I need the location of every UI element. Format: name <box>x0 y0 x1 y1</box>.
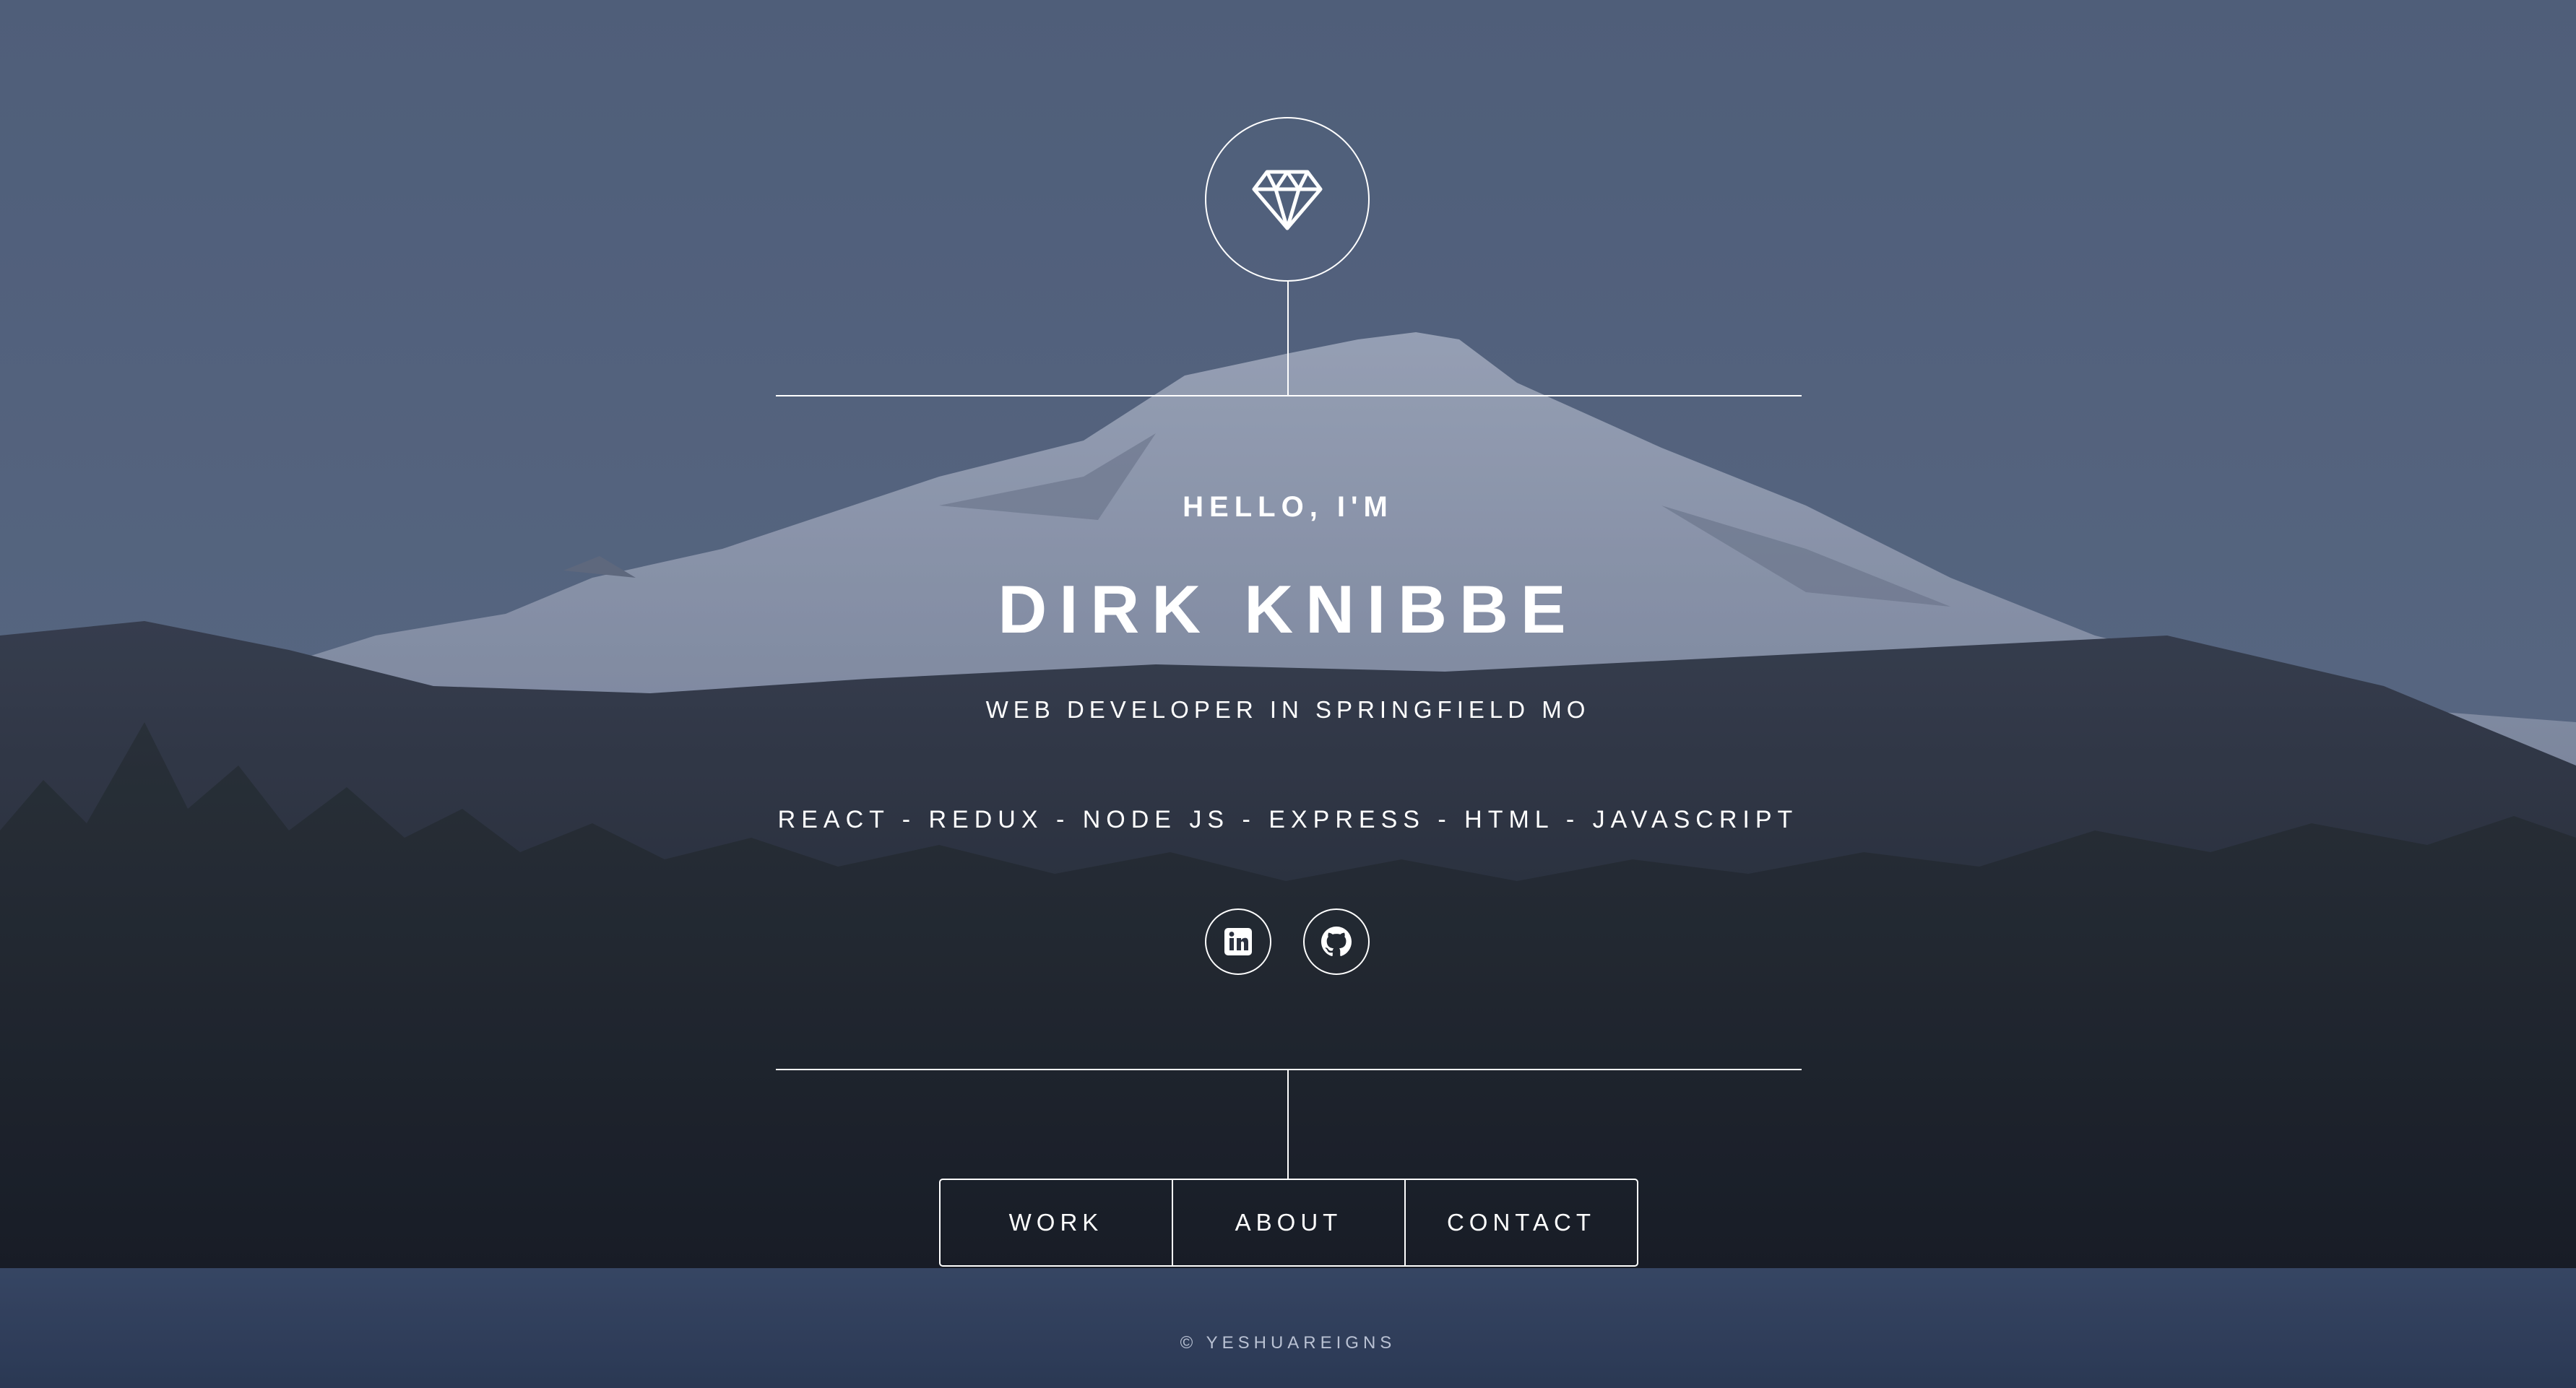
connector-line-top <box>1287 282 1289 396</box>
nav-contact-button[interactable]: CONTACT <box>1404 1180 1637 1265</box>
linkedin-icon <box>1224 928 1252 955</box>
divider-top <box>776 395 1802 396</box>
page: HELLO, I'M DIRK KNIBBE WEB DEVELOPER IN … <box>0 0 2576 1388</box>
github-icon <box>1321 927 1352 956</box>
diamond-emblem <box>1205 117 1370 282</box>
connector-line-bottom <box>1287 1070 1289 1180</box>
diamond-icon <box>1252 170 1323 230</box>
greeting-text: HELLO, I'M <box>1183 491 1393 523</box>
hero-name: DIRK KNIBBE <box>998 571 1578 647</box>
github-link[interactable] <box>1303 908 1370 975</box>
footer-copyright: © YESHUAREIGNS <box>1180 1333 1396 1353</box>
hero-role: WEB DEVELOPER IN SPRINGFIELD MO <box>985 696 1591 723</box>
nav-work-button[interactable]: WORK <box>941 1180 1172 1265</box>
main-nav: WORK ABOUT CONTACT <box>939 1179 1638 1267</box>
divider-bottom <box>776 1069 1802 1070</box>
nav-about-button[interactable]: ABOUT <box>1172 1180 1404 1265</box>
linkedin-link[interactable] <box>1205 908 1271 975</box>
skills-list: REACT - REDUX - NODE JS - EXPRESS - HTML… <box>777 806 1799 833</box>
